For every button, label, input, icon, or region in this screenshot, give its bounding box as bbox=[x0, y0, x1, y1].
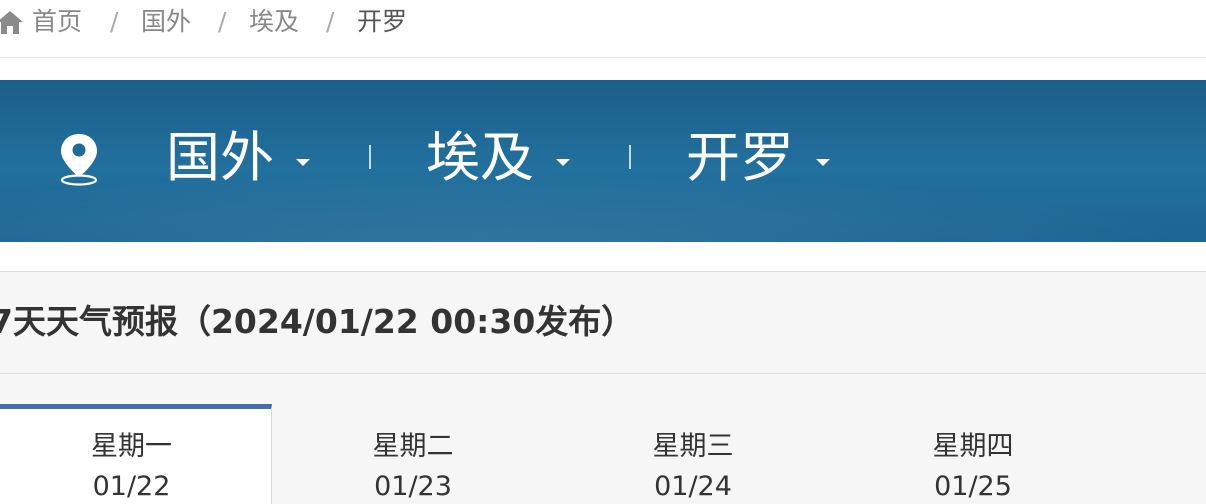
city-label: 开罗 bbox=[686, 126, 794, 189]
map-pin-icon bbox=[60, 134, 98, 186]
caret-down-icon bbox=[816, 158, 830, 166]
city-selector[interactable]: 开罗 bbox=[686, 127, 830, 189]
location-banner: 国外 埃及 开罗 bbox=[0, 80, 1206, 242]
divider bbox=[629, 145, 631, 169]
day-date: 01/22 bbox=[92, 471, 171, 502]
day-tab-tuesday[interactable]: 星期二 01/23 bbox=[273, 404, 553, 504]
forecast-title: 7天天气预报（2024/01/22 00:30发布） bbox=[0, 302, 635, 341]
breadcrumb: 首页 / 国外 / 埃及 / 开罗 bbox=[0, 0, 1206, 58]
day-name: 星期三 bbox=[652, 431, 734, 462]
divider bbox=[369, 145, 371, 169]
day-tab-thursday[interactable]: 星期四 01/25 bbox=[833, 404, 1113, 504]
breadcrumb-home-link[interactable]: 首页 bbox=[32, 6, 82, 38]
forecast-header: 7天天气预报（2024/01/22 00:30发布） bbox=[0, 271, 1206, 374]
day-date: 01/24 bbox=[654, 471, 732, 502]
day-name: 星期四 bbox=[932, 431, 1014, 462]
day-date: 01/23 bbox=[374, 471, 452, 502]
breadcrumb-current: 开罗 bbox=[357, 7, 408, 36]
breadcrumb-country-link[interactable]: 埃及 bbox=[249, 6, 299, 38]
home-icon[interactable] bbox=[0, 9, 24, 35]
breadcrumb-separator: / bbox=[326, 7, 335, 36]
region-selector[interactable]: 国外 bbox=[166, 127, 310, 189]
breadcrumb-separator: / bbox=[218, 7, 227, 36]
day-name: 星期二 bbox=[372, 431, 454, 462]
day-name: 星期一 bbox=[91, 431, 172, 462]
day-tab-monday[interactable]: 星期一 01/22 bbox=[0, 404, 272, 504]
caret-down-icon bbox=[296, 158, 310, 166]
breadcrumb-region-link[interactable]: 国外 bbox=[141, 6, 191, 38]
day-date: 01/25 bbox=[934, 471, 1012, 502]
region-label: 国外 bbox=[166, 126, 274, 189]
country-label: 埃及 bbox=[426, 126, 534, 189]
day-tab-wednesday[interactable]: 星期三 01/24 bbox=[553, 404, 833, 504]
country-selector[interactable]: 埃及 bbox=[426, 127, 570, 189]
day-tabs: 星期一 01/22 星期二 01/23 星期三 01/24 星期四 01/25 bbox=[0, 374, 1206, 504]
breadcrumb-separator: / bbox=[110, 7, 119, 36]
caret-down-icon bbox=[556, 158, 570, 166]
